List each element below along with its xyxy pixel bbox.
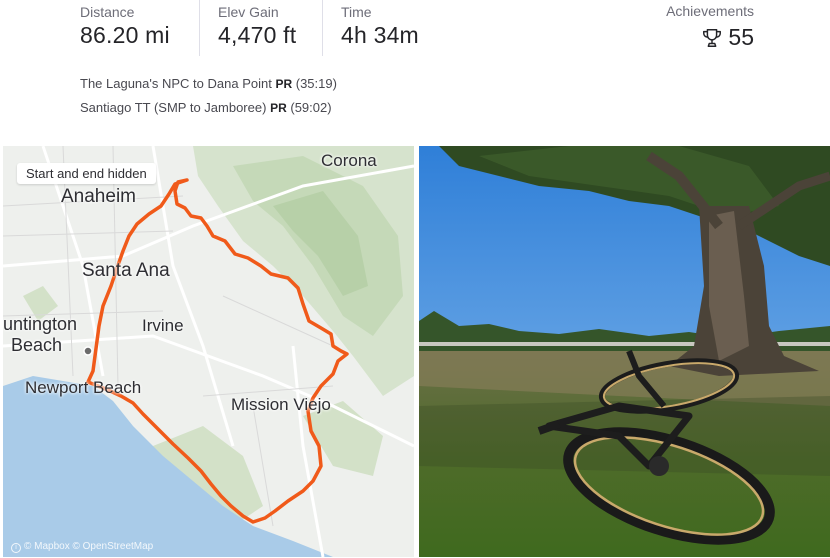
- achievements-label: Achievements: [666, 3, 754, 19]
- map-place-corona: Corona: [321, 151, 377, 170]
- pr-row[interactable]: The Laguna's NPC to Dana Point PR (35:19…: [80, 72, 337, 96]
- pr-time: (59:02): [290, 100, 332, 115]
- activity-stats: Distance 86.20 mi Elev Gain 4,470 ft Tim…: [0, 0, 830, 60]
- stat-time: Time 4h 34m: [322, 0, 472, 56]
- privacy-hidden-tag: Start and end hidden: [17, 163, 156, 184]
- pr-badge: PR: [270, 101, 287, 115]
- route-map[interactable]: Corona Anaheim Santa Ana untington Beach…: [3, 146, 414, 557]
- achievements[interactable]: Achievements 55: [644, 0, 754, 56]
- map-place-mission-viejo: Mission Viejo: [231, 395, 331, 414]
- map-place-anaheim: Anaheim: [61, 186, 136, 207]
- trophy-icon: [703, 28, 722, 47]
- stat-value: 86.20 mi: [80, 22, 170, 48]
- map-place-irvine: Irvine: [142, 316, 184, 335]
- map-place-huntington: untington: [3, 314, 78, 334]
- stat-label: Time: [341, 4, 372, 20]
- photo-image: [419, 146, 830, 557]
- pr-segment-name[interactable]: The Laguna's NPC to Dana Point: [80, 76, 272, 91]
- activity-photo[interactable]: [419, 146, 830, 557]
- pr-list: The Laguna's NPC to Dana Point PR (35:19…: [80, 72, 337, 120]
- attribution-text: © Mapbox © OpenStreetMap: [24, 541, 154, 552]
- stat-value: 4,470 ft: [218, 22, 297, 48]
- stat-label: Distance: [80, 4, 135, 20]
- achievements-count[interactable]: 55: [701, 24, 754, 51]
- achievements-value: 55: [728, 24, 754, 50]
- stat-value: 4h 34m: [341, 22, 419, 48]
- pr-badge: PR: [275, 77, 293, 91]
- map-place-newport-beach: Newport Beach: [25, 378, 142, 397]
- map-attribution[interactable]: i © Mapbox © OpenStreetMap: [11, 541, 153, 553]
- map-place-beach: Beach: [11, 335, 63, 355]
- pr-time: (35:19): [295, 76, 337, 91]
- stat-label: Elev Gain: [218, 4, 279, 20]
- stat-distance: Distance 86.20 mi: [80, 0, 198, 56]
- info-icon[interactable]: i: [11, 543, 21, 553]
- pr-segment-name[interactable]: Santiago TT (SMP to Jamboree): [80, 100, 266, 115]
- pr-row[interactable]: Santiago TT (SMP to Jamboree) PR (59:02): [80, 96, 337, 120]
- stat-elevation-gain: Elev Gain 4,470 ft: [199, 0, 321, 56]
- map-place-santa-ana: Santa Ana: [82, 260, 170, 281]
